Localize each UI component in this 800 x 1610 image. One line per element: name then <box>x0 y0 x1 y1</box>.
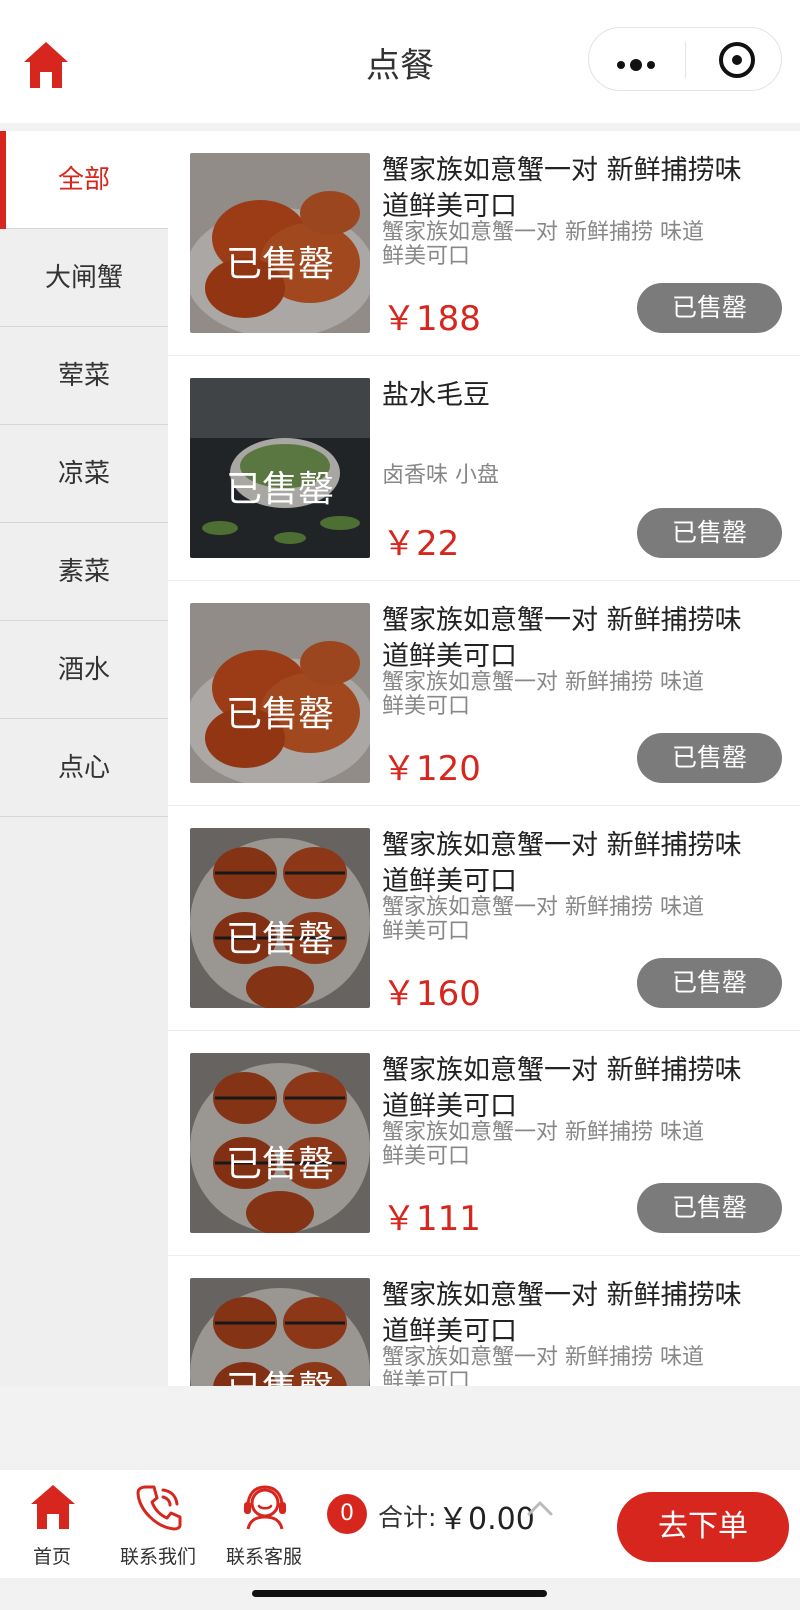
product-name: 蟹家族如意蟹一对 新鲜捕捞味道鲜美可口 <box>382 605 742 672</box>
product-name: 蟹家族如意蟹一对 新鲜捕捞味道鲜美可口 <box>382 1280 742 1347</box>
capsule-divider <box>685 42 686 78</box>
place-order-button[interactable]: 去下单 <box>617 1492 789 1562</box>
product-list: 已售罄 蟹家族如意蟹一对 新鲜捕捞味道鲜美可口 蟹家族如意蟹一对 新鲜捕捞 味道… <box>168 131 800 1386</box>
sold-out-overlay: 已售罄 <box>225 694 334 735</box>
sold-out-overlay: 已售罄 <box>225 244 334 285</box>
sold-out-button[interactable]: 已售罄 <box>637 958 782 1008</box>
product-description: 蟹家族如意蟹一对 新鲜捕捞 味道鲜美可口 <box>382 220 704 269</box>
tied-crabs-photo: 已售罄 <box>190 1053 370 1233</box>
crab-photo: 已售罄 <box>190 153 370 333</box>
home-indicator <box>252 1590 547 1597</box>
product-item[interactable]: 已售罄 蟹家族如意蟹一对 新鲜捕捞味道鲜美可口 蟹家族如意蟹一对 新鲜捕捞 味道… <box>168 1031 800 1256</box>
tab-contact-us[interactable]: 联系我们 <box>108 1470 208 1578</box>
sold-out-overlay: 已售罄 <box>225 469 334 510</box>
sold-out-overlay: 已售罄 <box>225 919 334 960</box>
tab-customer-service-label: 联系客服 <box>225 1546 302 1568</box>
product-price: ￥22 <box>382 524 460 564</box>
sidebar-item-hairy-crab[interactable]: 大闸蟹 <box>0 229 168 327</box>
sold-out-button[interactable]: 已售罄 <box>637 508 782 558</box>
product-price: ￥120 <box>382 749 481 789</box>
top-navigation-bar: 点餐 <box>0 0 800 123</box>
sold-out-overlay: 已售罄 <box>190 1360 370 1386</box>
product-price: ￥111 <box>382 1199 481 1239</box>
product-name: 蟹家族如意蟹一对 新鲜捕捞味道鲜美可口 <box>382 830 742 897</box>
chevron-up-icon[interactable] <box>526 1494 554 1522</box>
category-sidebar: 全部 大闸蟹 荤菜 凉菜 素菜 酒水 点心 <box>0 131 168 1386</box>
tab-customer-service[interactable]: 联系客服 <box>214 1470 314 1578</box>
more-dots-icon <box>617 54 660 73</box>
product-name: 盐水毛豆 <box>382 380 490 411</box>
sidebar-item-meat-dishes[interactable]: 荤菜 <box>0 327 168 425</box>
more-menu-button[interactable] <box>589 28 686 92</box>
total-label: 合计: <box>378 1503 437 1532</box>
product-description: 卤香味 小盘 <box>382 463 499 488</box>
product-name: 蟹家族如意蟹一对 新鲜捕捞味道鲜美可口 <box>382 1055 742 1122</box>
sidebar-item-all[interactable]: 全部 <box>0 131 168 229</box>
tab-contact-us-label: 联系我们 <box>119 1546 196 1568</box>
sold-out-button[interactable]: 已售罄 <box>637 1183 782 1233</box>
product-description: 蟹家族如意蟹一对 新鲜捕捞 味道鲜美可口 <box>382 670 704 719</box>
total-amount: ￥0.00 <box>438 1502 535 1537</box>
mini-program-capsule <box>588 27 782 91</box>
product-item[interactable]: 已售罄 蟹家族如意蟹一对 新鲜捕捞味道鲜美可口 蟹家族如意蟹一对 新鲜捕捞 味道… <box>168 581 800 806</box>
bottom-cart-bar: 首页 联系我们 联系客服 0 合计: ￥0.00 去下单 <box>0 1470 800 1578</box>
sold-out-button[interactable]: 已售罄 <box>637 283 782 333</box>
product-price: ￥160 <box>382 974 481 1014</box>
product-item[interactable]: 已售罄 蟹家族如意蟹一对 新鲜捕捞味道鲜美可口 蟹家族如意蟹一对 新鲜捕捞 味道… <box>168 806 800 1031</box>
edamame-photo: 已售罄 <box>190 378 370 558</box>
product-name: 蟹家族如意蟹一对 新鲜捕捞味道鲜美可口 <box>382 155 742 222</box>
home-icon <box>31 1485 75 1529</box>
product-item[interactable]: 已售罄 蟹家族如意蟹一对 新鲜捕捞味道鲜美可口 蟹家族如意蟹一对 新鲜捕捞 味道… <box>168 1256 800 1386</box>
product-description: 蟹家族如意蟹一对 新鲜捕捞 味道鲜美可口 <box>382 1120 704 1169</box>
crab-photo: 已售罄 <box>190 603 370 783</box>
headset-icon <box>244 1485 286 1530</box>
phone-icon <box>136 1485 182 1531</box>
product-description: 蟹家族如意蟹一对 新鲜捕捞 味道鲜美可口 <box>382 895 704 944</box>
close-mini-program-button[interactable] <box>687 28 783 92</box>
sidebar-item-snacks[interactable]: 点心 <box>0 719 168 817</box>
sidebar-item-cold-dishes[interactable]: 凉菜 <box>0 425 168 523</box>
target-close-icon <box>719 42 755 78</box>
sidebar-item-drinks[interactable]: 酒水 <box>0 621 168 719</box>
ordering-page: 点餐 全部 大闸蟹 荤菜 凉菜 素菜 酒水 点心 已售罄 蟹家族如意蟹一对 新鲜… <box>0 0 800 1610</box>
product-item[interactable]: 已售罄 盐水毛豆 卤香味 小盘 ￥22 已售罄 <box>168 356 800 581</box>
tab-home-label: 首页 <box>32 1546 71 1568</box>
sidebar-item-vegetable-dishes[interactable]: 素菜 <box>0 523 168 621</box>
cart-count-badge[interactable]: 0 <box>327 1494 367 1534</box>
tied-crabs-photo: 已售罄 <box>190 828 370 1008</box>
sold-out-overlay: 已售罄 <box>225 1144 334 1185</box>
tab-home[interactable]: 首页 <box>2 1470 102 1578</box>
sold-out-button[interactable]: 已售罄 <box>637 733 782 783</box>
tied-crabs-photo: 已售罄 <box>190 1278 370 1386</box>
product-description: 蟹家族如意蟹一对 新鲜捕捞 味道鲜美可口 <box>382 1345 704 1387</box>
product-price: ￥188 <box>382 299 481 339</box>
product-item[interactable]: 已售罄 蟹家族如意蟹一对 新鲜捕捞味道鲜美可口 蟹家族如意蟹一对 新鲜捕捞 味道… <box>168 131 800 356</box>
